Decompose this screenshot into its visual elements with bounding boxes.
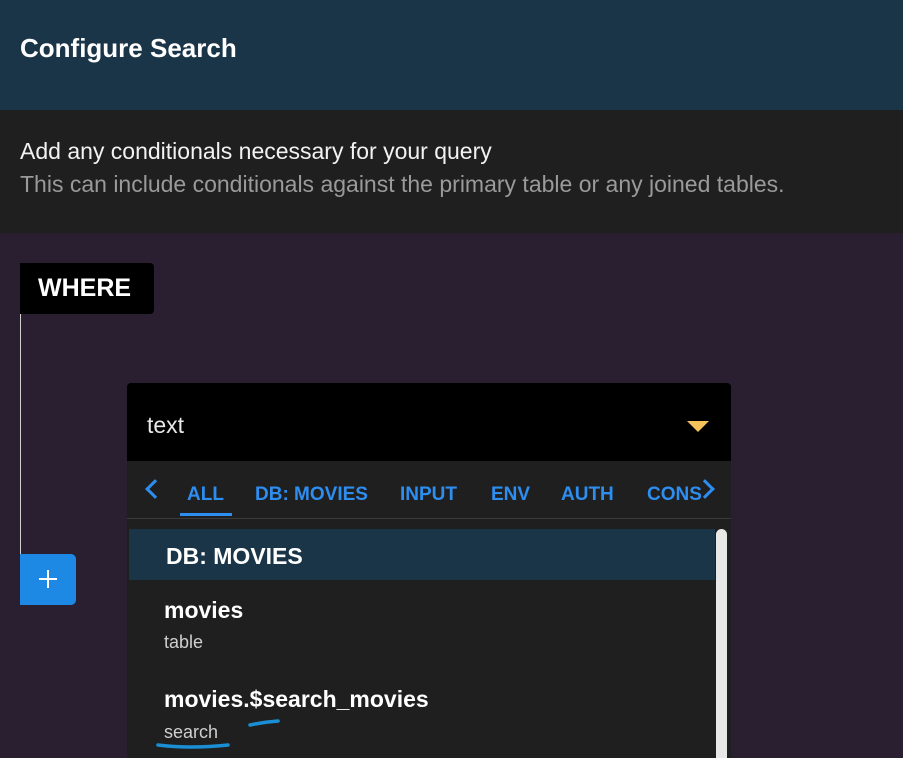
variable-picker: text ALL DB: MOVIES INPUT ENV AUTH CONST…: [127, 383, 731, 758]
page-title: Configure Search: [20, 33, 237, 63]
tab-input[interactable]: INPUT: [400, 484, 457, 506]
annotation-underline: [156, 719, 280, 749]
page-header: Configure Search: [0, 0, 903, 110]
list-item-type: table: [164, 632, 204, 652]
tab-db-movies[interactable]: DB: MOVIES: [255, 484, 368, 506]
description-sub: This can include conditionals against th…: [20, 171, 785, 197]
tab-all[interactable]: ALL: [180, 484, 232, 516]
type-select[interactable]: text: [127, 383, 731, 461]
description-main: Add any conditionals necessary for your …: [20, 138, 492, 164]
add-condition-button[interactable]: [20, 554, 76, 605]
chevron-down-icon[interactable]: [687, 421, 709, 432]
list-group-label: DB: MOVIES: [166, 543, 303, 569]
tab-constants[interactable]: CONSTANTS: [647, 484, 701, 506]
list-item[interactable]: movies: [164, 597, 243, 624]
tab-auth[interactable]: AUTH: [561, 484, 614, 506]
list-group-header: DB: MOVIES: [129, 529, 715, 580]
list-scrollbar[interactable]: [716, 529, 727, 758]
list-item[interactable]: movies.$search_movies: [164, 686, 429, 713]
tab-env[interactable]: ENV: [491, 484, 530, 506]
where-badge: WHERE: [20, 263, 154, 314]
where-connector-line: [20, 314, 21, 558]
description-panel: Add any conditionals necessary for your …: [0, 110, 903, 233]
type-select-value: text: [147, 412, 185, 438]
source-tabs: ALL DB: MOVIES INPUT ENV AUTH CONSTANTS: [127, 461, 731, 519]
